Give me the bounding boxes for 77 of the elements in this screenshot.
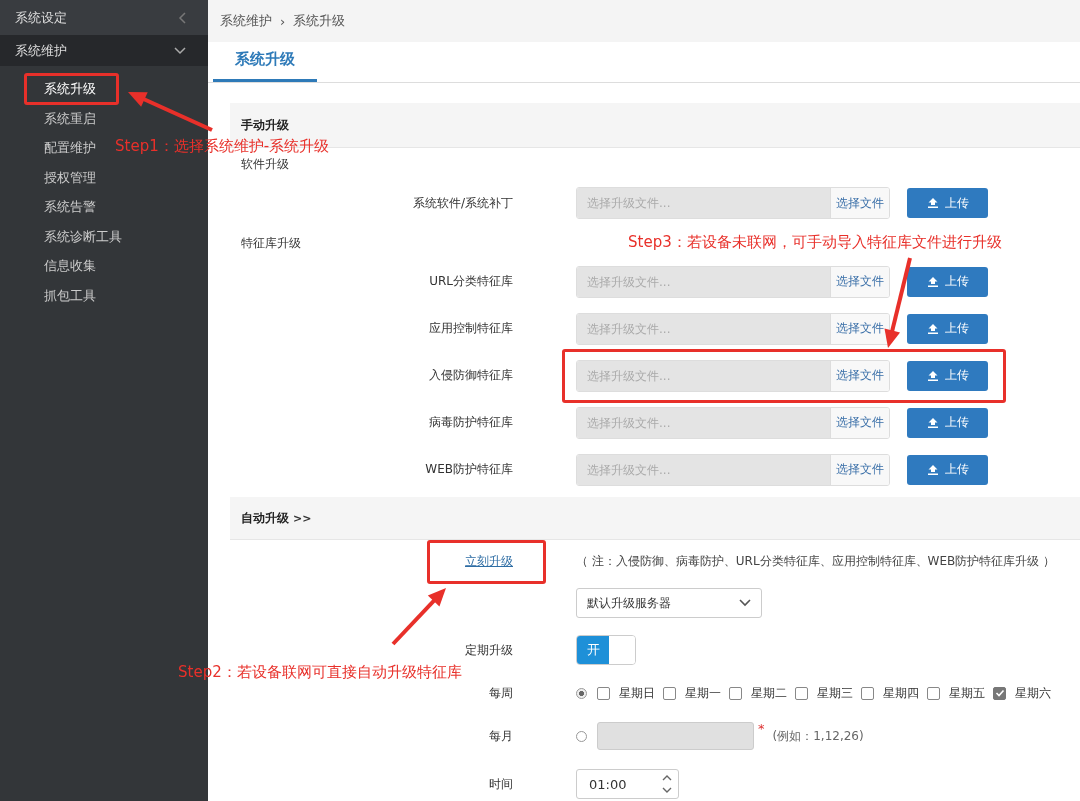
field-label: 每周	[489, 684, 513, 702]
day-input-field[interactable]	[597, 722, 754, 750]
choose-file-button[interactable]: 选择文件	[830, 266, 889, 297]
group-heading: 特征库升级	[241, 235, 301, 250]
checkbox-label: 星期一	[685, 684, 721, 702]
upload-icon	[926, 322, 939, 335]
checkbox[interactable]	[861, 686, 874, 700]
sidebar-item[interactable]: 系统诊断工具	[44, 221, 122, 251]
upload-icon	[926, 416, 939, 429]
field-label: 每月	[489, 727, 513, 745]
checkbox-label: 星期五	[949, 684, 985, 702]
choose-file-button[interactable]: 选择文件	[830, 188, 889, 218]
checkbox[interactable]	[993, 686, 1006, 700]
caret-icon	[739, 599, 751, 607]
upload-icon	[926, 197, 939, 209]
checkbox[interactable]	[795, 686, 808, 700]
hint-text: (例如：1,12,26)	[772, 727, 864, 745]
field-label: 应用控制特征库	[429, 320, 513, 337]
choose-file-button[interactable]: 选择文件	[830, 360, 889, 391]
field-label: WEB防护特征库	[425, 461, 513, 478]
checkbox-label: 星期二	[751, 684, 787, 702]
checkbox[interactable]	[597, 686, 610, 700]
breadcrumb-separator: ›	[280, 13, 286, 29]
section-title: 手动升级	[241, 116, 289, 134]
expand-marker[interactable]: >>	[293, 511, 312, 525]
annotation-arrow	[391, 588, 446, 646]
field-label: 入侵防御特征库	[429, 367, 513, 384]
checkbox-label: 星期六	[1015, 684, 1051, 702]
required-mark: *	[758, 721, 765, 736]
upgrade-now-link[interactable]: 立刻升级	[465, 552, 513, 570]
upload-button[interactable]: 上传	[907, 454, 988, 485]
server-select[interactable]: 默认升级服务器	[576, 588, 762, 618]
checkbox[interactable]	[729, 686, 742, 700]
upload-button[interactable]: 上传	[907, 407, 988, 438]
upload-icon	[926, 463, 939, 476]
upload-button[interactable]: 上传	[907, 360, 988, 391]
checkbox[interactable]	[663, 686, 676, 700]
choose-file-button[interactable]: 选择文件	[830, 313, 889, 344]
sidebar-group[interactable]: 系统维护	[0, 35, 208, 66]
chevron-down-icon	[174, 46, 186, 55]
field-label: URL分类特征库	[429, 273, 513, 290]
upload-icon	[926, 369, 939, 382]
radio-button[interactable]	[576, 687, 587, 699]
sidebar-item[interactable]: 系统告警	[44, 192, 96, 222]
sidebar-item[interactable]: 系统升级	[44, 74, 96, 104]
checkbox[interactable]	[927, 686, 940, 700]
note-text: （ 注：入侵防御、病毒防护、URL分类特征库、应用控制特征库、WEB防护特征库升级 ）	[576, 552, 1056, 570]
breadcrumb-item[interactable]: 系统维护	[220, 12, 272, 30]
choose-file-button[interactable]: 选择文件	[830, 454, 889, 485]
checkbox-label: 星期四	[883, 684, 919, 702]
upload-button[interactable]: 上传	[907, 188, 988, 218]
field-label: 病毒防护特征库	[429, 414, 513, 431]
field-label: 时间	[489, 775, 513, 793]
upload-button[interactable]: 上传	[907, 266, 988, 297]
radio-button[interactable]	[576, 730, 587, 742]
toggle-switch[interactable]: 开	[576, 635, 636, 665]
choose-file-button[interactable]: 选择文件	[830, 407, 889, 438]
breadcrumb-item[interactable]: 系统升级	[293, 12, 346, 30]
checkbox-label: 星期日	[619, 684, 655, 702]
sidebar-group[interactable]: 系统设定	[0, 0, 208, 35]
section-title: 自动升级	[241, 509, 289, 527]
field-label: 系统软件/系统补丁	[412, 194, 513, 212]
group-heading: 软件升级	[241, 157, 289, 171]
upload-button[interactable]: 上传	[907, 313, 988, 344]
spinner-arrows-icon	[662, 773, 672, 795]
upload-icon	[926, 275, 939, 288]
annotation-text: Step3：若设备未联网，可手动导入特征库文件进行升级	[628, 232, 1002, 252]
time-input-field[interactable]: 01:00	[576, 769, 679, 799]
sidebar-item[interactable]: 信息收集	[44, 251, 96, 281]
sidebar-item[interactable]: 配置维护	[44, 133, 96, 163]
sidebar-item[interactable]: 抓包工具	[44, 280, 96, 310]
field-label: 定期升级	[465, 641, 513, 659]
sidebar-item[interactable]: 授权管理	[44, 162, 96, 192]
tab[interactable]: 系统升级	[213, 41, 317, 82]
chevron-left-icon	[178, 11, 186, 24]
checkbox-label: 星期三	[817, 684, 853, 702]
sidebar-item[interactable]: 系统重启	[44, 103, 96, 133]
